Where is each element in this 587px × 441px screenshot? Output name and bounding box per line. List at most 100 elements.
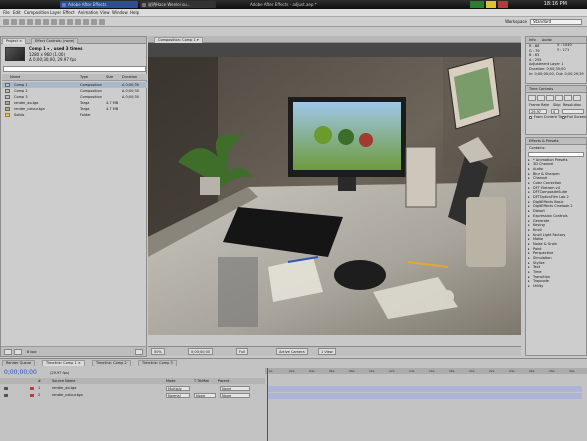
tab-render-queue[interactable]: Render Queue <box>2 360 36 366</box>
blend-mode-select[interactable]: Multiply <box>166 386 190 391</box>
selection-tool-icon[interactable] <box>3 19 9 25</box>
layer-number: 1 <box>38 386 41 390</box>
tray-status-icon[interactable] <box>486 1 496 8</box>
visibility-eye-icon[interactable] <box>4 387 8 390</box>
effects-search-input[interactable] <box>528 151 584 157</box>
layer-duration-bar[interactable] <box>268 386 582 392</box>
col-trkmat[interactable]: T TrkMat <box>194 378 209 384</box>
workspace-select[interactable]: Standard <box>530 19 582 25</box>
menu-window[interactable]: Window <box>112 9 128 17</box>
layer-duration-bar[interactable] <box>268 393 582 399</box>
trash-icon[interactable] <box>135 349 143 355</box>
play-icon[interactable] <box>546 95 554 101</box>
next-frame-icon[interactable] <box>555 95 563 101</box>
full-screen-label: Full Screen <box>567 115 587 119</box>
tray-alert-icon[interactable] <box>498 1 508 8</box>
color-depth[interactable]: 8 bpc <box>27 349 37 355</box>
col-mode[interactable]: Mode <box>166 378 176 384</box>
tab-composition[interactable]: Composition: Comp 1 ▾ <box>154 37 203 43</box>
zoom-select[interactable]: 50% <box>151 348 165 355</box>
timeline-layer[interactable]: 1 render_ao.tga Multiply None <box>0 385 265 392</box>
col-parent[interactable]: Parent <box>218 378 229 384</box>
menu-edit[interactable]: Edit <box>13 9 21 17</box>
visibility-eye-icon[interactable] <box>4 394 8 397</box>
new-folder-icon[interactable] <box>14 349 22 355</box>
menu-file[interactable]: File <box>3 9 10 17</box>
hand-tool-icon[interactable] <box>11 19 17 25</box>
trkmat-select[interactable]: None <box>194 393 216 398</box>
last-frame-icon[interactable] <box>564 95 572 101</box>
resolution-select[interactable]: Full <box>236 348 248 355</box>
menu-effect[interactable]: Effect <box>63 9 75 17</box>
parent-select[interactable]: None <box>220 386 250 391</box>
label-color-swatch[interactable] <box>30 394 34 397</box>
blend-mode-select[interactable]: Normal <box>166 393 190 398</box>
effects-presets-title: Effects & Presets <box>526 138 586 145</box>
rotation-tool-icon[interactable] <box>27 19 33 25</box>
ruler-tick: 12s <box>389 369 395 373</box>
ruler-tick: 04s <box>309 369 315 373</box>
menu-view[interactable]: View <box>100 9 110 17</box>
composition-icon <box>5 83 10 87</box>
layer-name[interactable]: render_colour.tga <box>52 392 83 399</box>
tab-project[interactable]: Project × <box>2 38 27 44</box>
ruler-tick: 24s <box>509 369 515 373</box>
col-source-name[interactable]: Source Name <box>52 378 75 384</box>
os-tab-documents[interactable]: 说明Hace Wenlei su... <box>140 1 216 8</box>
tab-info[interactable]: Info <box>529 38 536 42</box>
col-size[interactable]: Size <box>106 74 113 81</box>
tab-audio[interactable]: Audio <box>542 38 552 42</box>
mask-tool-icon[interactable] <box>51 19 57 25</box>
menu-animation[interactable]: Animation <box>78 9 98 17</box>
pen-tool-icon[interactable] <box>59 19 65 25</box>
ram-preview-icon[interactable] <box>573 95 581 101</box>
current-time-indicator[interactable] <box>267 368 268 441</box>
ruler-tick: 0s <box>269 369 273 373</box>
views-select[interactable]: 1 View <box>318 348 336 355</box>
first-frame-icon[interactable] <box>528 95 536 101</box>
interpret-footage-icon[interactable] <box>4 349 12 355</box>
time-ruler[interactable]: 0s 02s 04s 06s 08s 10s 12s 14s 16s 18s 2… <box>265 368 587 374</box>
camera-tool-icon[interactable] <box>35 19 41 25</box>
label-color-swatch[interactable] <box>30 387 34 390</box>
ruler-tick: 28s <box>549 369 555 373</box>
os-tab-after-effects[interactable]: Adobe After Effects <box>60 1 138 8</box>
effect-category[interactable]: Utility <box>526 284 586 289</box>
col-duration[interactable]: Duration <box>122 74 137 81</box>
project-tabbar: Project × Effect Controls: (none) <box>1 37 146 44</box>
pan-behind-tool-icon[interactable] <box>43 19 49 25</box>
zoom-tool-icon[interactable] <box>19 19 25 25</box>
frame-rate-select[interactable]: 29.97 <box>529 109 547 114</box>
puppet-tool-icon[interactable] <box>99 19 105 25</box>
text-tool-icon[interactable] <box>67 19 73 25</box>
menu-help[interactable]: Help <box>130 9 139 17</box>
eraser-tool-icon[interactable] <box>91 19 97 25</box>
timeline-timecode[interactable]: 0;00;00;00 <box>4 369 37 377</box>
composition-render[interactable] <box>148 57 521 335</box>
resolution-select-tc[interactable] <box>562 109 584 114</box>
tab-effect-controls[interactable]: Effect Controls: (none) <box>31 38 79 44</box>
tray-network-icon[interactable] <box>470 1 484 8</box>
project-search-input[interactable] <box>3 66 146 72</box>
menu-composition[interactable]: Composition <box>24 9 49 17</box>
timeline-layer[interactable]: 2 render_colour.tga Normal None None <box>0 392 265 399</box>
tab-timeline-comp2[interactable]: Timeline: Comp 2 <box>92 360 131 366</box>
skip-input[interactable]: 0 <box>551 109 559 114</box>
tab-timeline-comp3[interactable]: Timeline: Comp 3 <box>138 360 177 366</box>
doc-icon <box>142 2 146 7</box>
tools-panel: Workspace Standard <box>0 17 587 27</box>
layer-name[interactable]: render_ao.tga <box>52 385 76 392</box>
time-controls-title: Time Controls <box>526 86 586 93</box>
camera-select[interactable]: Active Camera <box>276 348 308 355</box>
tab-timeline-comp1[interactable]: Timeline: Comp 1 × <box>42 360 85 366</box>
clone-tool-icon[interactable] <box>83 19 89 25</box>
col-type[interactable]: Type <box>80 74 88 81</box>
col-name[interactable]: Name <box>10 74 20 81</box>
ruler-tick: 06s <box>329 369 335 373</box>
menu-layer[interactable]: Layer <box>50 9 61 17</box>
brush-tool-icon[interactable] <box>75 19 81 25</box>
current-time-display[interactable]: 0;00;00;00 <box>188 348 214 355</box>
prev-frame-icon[interactable] <box>537 95 545 101</box>
parent-select[interactable]: None <box>220 393 250 398</box>
project-row[interactable]: Solids Folder <box>2 112 147 118</box>
